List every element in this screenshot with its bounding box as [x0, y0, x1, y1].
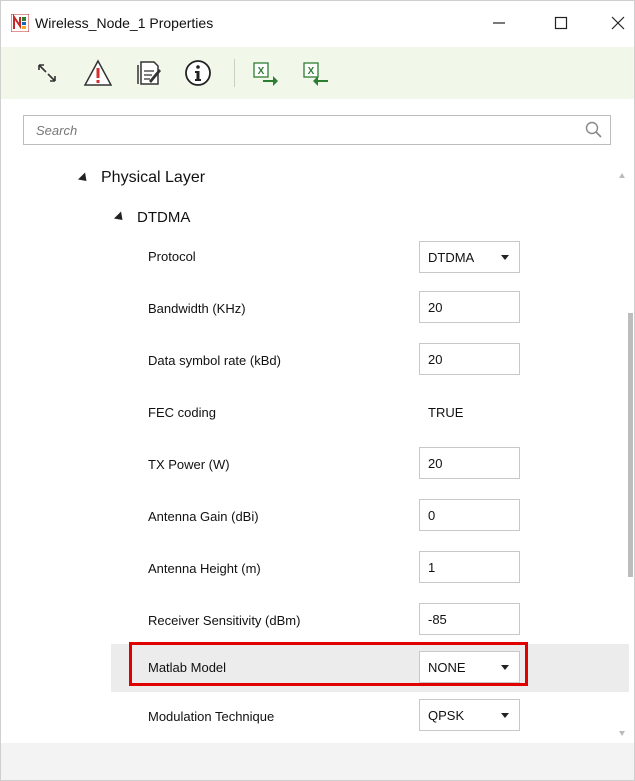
group-physical-layer[interactable]: Physical Layer: [77, 169, 206, 187]
data-symbol-rate-input[interactable]: 20: [419, 343, 520, 375]
property-label: Matlab Model: [148, 660, 227, 675]
excel-export-icon: X: [253, 62, 278, 86]
protocol-select[interactable]: DTDMA: [419, 241, 520, 273]
property-label: Receiver Sensitivity (dBm): [148, 613, 301, 628]
search-box: [23, 115, 611, 145]
tx-power-input[interactable]: 20: [419, 447, 520, 479]
expand-collapse-icon: [38, 64, 56, 82]
excel-import-icon: X: [303, 62, 328, 86]
property-label: Protocol: [148, 249, 196, 264]
maximize-button[interactable]: [549, 11, 573, 35]
property-label: Antenna Height (m): [148, 561, 261, 576]
property-row-modulation-technique: Modulation Technique QPSK: [1, 693, 629, 741]
property-row-antenna-height: Antenna Height (m) 1: [1, 545, 629, 593]
chevron-down-icon: [501, 713, 509, 718]
excel-export-button[interactable]: X: [249, 57, 281, 89]
fec-coding-value: TRUE: [428, 405, 464, 420]
property-row-receiver-sensitivity: Receiver Sensitivity (dBm) -85: [1, 597, 629, 645]
property-row-fec-coding: FEC coding TRUE: [1, 389, 629, 437]
bandwidth-input[interactable]: 20: [419, 291, 520, 323]
group-label: DTDMA: [137, 209, 191, 226]
property-row-antenna-gain: Antenna Gain (dBi) 0: [1, 493, 629, 541]
collapse-triangle-icon: [77, 171, 91, 185]
property-row-data-symbol-rate: Data symbol rate (kBd) 20: [1, 337, 629, 385]
modulation-technique-select[interactable]: QPSK: [419, 699, 520, 731]
group-dtdma[interactable]: DTDMA: [113, 209, 191, 226]
excel-import-button[interactable]: X: [299, 57, 331, 89]
property-tree: Physical Layer DTDMA Protocol DTDMA Band…: [1, 153, 634, 743]
property-row-bandwidth: Bandwidth (KHz) 20: [1, 285, 629, 333]
property-label: Modulation Technique: [148, 709, 275, 724]
property-row-matlab-model: Matlab Model NONE: [111, 644, 629, 692]
property-label: TX Power (W): [148, 457, 230, 472]
svg-text:X: X: [308, 66, 315, 77]
scrollbar-thumb[interactable]: [628, 313, 633, 577]
antenna-gain-input[interactable]: 0: [419, 499, 520, 531]
scroll-down-arrow-icon[interactable]: [619, 731, 625, 736]
chevron-down-icon: [501, 665, 509, 670]
minimize-icon: [493, 22, 505, 24]
close-button[interactable]: [606, 11, 630, 35]
maximize-icon: [554, 16, 568, 30]
search-icon[interactable]: [584, 120, 604, 140]
group-label: Physical Layer: [101, 169, 206, 186]
properties-window: Wireless_Node_1 Properties X X Search Ph…: [0, 0, 635, 781]
footer-panel: [1, 743, 634, 780]
antenna-height-input[interactable]: 1: [419, 551, 520, 583]
property-label: Antenna Gain (dBi): [148, 509, 259, 524]
toolbar-separator: [234, 59, 235, 87]
expand-collapse-button[interactable]: [31, 57, 63, 89]
svg-text:X: X: [258, 66, 265, 77]
netsim-app-icon: [11, 14, 29, 32]
info-button[interactable]: [182, 57, 214, 89]
window-title: Wireless_Node_1 Properties: [35, 15, 214, 31]
toolbar: X X: [1, 47, 634, 99]
property-row-tx-power: TX Power (W) 20: [1, 441, 629, 489]
info-icon: [185, 60, 211, 86]
property-label: Data symbol rate (kBd): [148, 353, 281, 368]
scroll-up-arrow-icon[interactable]: [619, 173, 625, 178]
collapse-triangle-icon: [113, 211, 127, 224]
close-icon: [611, 16, 625, 30]
warning-button[interactable]: [82, 57, 114, 89]
property-row-protocol: Protocol DTDMA: [1, 233, 629, 281]
matlab-model-select[interactable]: NONE: [419, 651, 520, 683]
edit-document-icon: [137, 61, 161, 85]
receiver-sensitivity-input[interactable]: -85: [419, 603, 520, 635]
minimize-button[interactable]: [487, 11, 511, 35]
property-label: Bandwidth (KHz): [148, 301, 246, 316]
search-input[interactable]: [24, 116, 584, 144]
property-label: FEC coding: [148, 405, 216, 420]
title-bar: Wireless_Node_1 Properties: [1, 1, 634, 45]
chevron-down-icon: [501, 255, 509, 260]
edit-document-button[interactable]: [133, 57, 165, 89]
warning-icon: [83, 59, 113, 86]
